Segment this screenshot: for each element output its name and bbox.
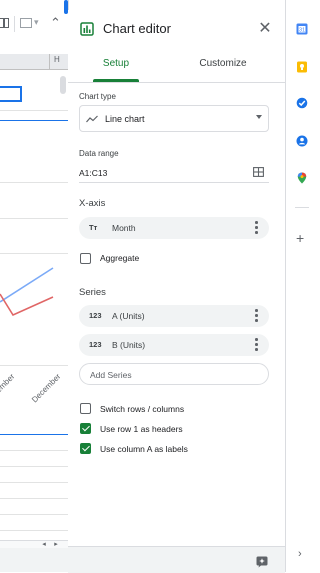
chart-type-value: Line chart	[105, 114, 145, 124]
series-a-line	[0, 267, 54, 303]
active-tab-indicator	[93, 79, 139, 82]
aggregate-label: Aggregate	[100, 253, 140, 263]
rail-divider	[295, 207, 309, 208]
line-chart-preview[interactable]	[0, 240, 68, 330]
add-series-label: Add Series	[90, 370, 132, 380]
tasks-icon[interactable]	[296, 97, 308, 109]
selected-cell[interactable]	[0, 86, 22, 102]
use-column-a-labels-checkbox[interactable]	[80, 443, 91, 454]
x-axis-label: December	[30, 371, 63, 405]
more-options-icon[interactable]	[253, 338, 259, 352]
switch-rows-columns-label: Switch rows / columns	[100, 404, 185, 414]
toolbar-divider	[14, 16, 15, 32]
more-options-icon[interactable]	[253, 309, 259, 323]
use-column-a-labels-label: Use column A as labels	[100, 444, 188, 454]
bottom-bar	[68, 546, 285, 573]
add-series-button[interactable]: Add Series	[79, 363, 269, 385]
number-type-icon: 123	[89, 311, 102, 320]
borders-icon[interactable]	[0, 18, 9, 28]
chart-type-select[interactable]: Line chart	[79, 105, 269, 132]
side-panel-rail: 31 + ›	[285, 0, 319, 572]
chart-icon	[80, 22, 94, 36]
column-divider	[49, 54, 50, 69]
grid-line	[0, 514, 68, 515]
merge-icon[interactable]	[20, 18, 32, 28]
tab-setup[interactable]: Setup	[91, 58, 141, 69]
chart-gridline	[0, 365, 68, 366]
explore-icon[interactable]	[256, 556, 268, 568]
spreadsheet-area: ▾ ⌃ H ember December ◂ ▸	[0, 0, 69, 572]
line-chart-icon	[86, 115, 98, 123]
calendar-icon[interactable]: 31	[296, 23, 308, 35]
svg-text:31: 31	[299, 28, 305, 34]
data-range-input[interactable]: A1:C13	[79, 164, 269, 183]
chevron-down-icon	[256, 115, 262, 119]
x-axis-label: ember	[0, 371, 17, 395]
close-icon[interactable]: ✕	[255, 19, 275, 39]
series-chip[interactable]: 123 B (Units)	[79, 334, 269, 356]
chart-top-edge	[0, 120, 68, 121]
chart-editor-header: Chart editor ✕	[68, 10, 285, 50]
x-axis-section-label: X-axis	[79, 198, 106, 209]
use-row1-headers-label: Use row 1 as headers	[100, 424, 183, 434]
select-range-icon[interactable]	[253, 167, 264, 177]
number-type-icon: 123	[89, 340, 102, 349]
sheet-vertical-scrollbar[interactable]	[60, 76, 66, 94]
data-range-value: A1:C13	[79, 168, 108, 178]
collapse-toolbar-icon[interactable]: ⌃	[50, 15, 61, 31]
merge-dropdown-icon[interactable]: ▾	[34, 17, 39, 28]
sheet-tab-bar	[0, 548, 68, 572]
chart-bottom-edge	[0, 434, 68, 435]
grid-line	[0, 530, 68, 531]
switch-rows-columns-checkbox[interactable]	[80, 403, 91, 414]
sheet-toolbar: ▾ ⌃	[0, 14, 68, 36]
editor-tabs: Setup Customize	[68, 50, 285, 83]
more-options-icon[interactable]	[253, 221, 259, 235]
tab-customize[interactable]: Customize	[188, 58, 258, 69]
series-chip-label: B (Units)	[112, 340, 146, 350]
series-chip[interactable]: 123 A (Units)	[79, 305, 269, 327]
text-type-icon: Tт	[89, 223, 98, 232]
chart-editor-panel: Chart editor ✕ Setup Customize Chart typ…	[68, 10, 285, 546]
x-axis-chip-label: Month	[112, 223, 136, 233]
column-header-row: H	[0, 54, 68, 70]
grid-line	[0, 466, 68, 467]
data-range-label: Data range	[79, 149, 119, 158]
maps-icon[interactable]	[296, 172, 308, 184]
get-addons-icon[interactable]: +	[296, 230, 304, 246]
contacts-icon[interactable]	[296, 135, 308, 147]
use-row1-headers-checkbox[interactable]	[80, 423, 91, 434]
aggregate-checkbox[interactable]	[80, 253, 91, 264]
column-header-h[interactable]: H	[54, 55, 60, 64]
grid-line	[0, 498, 68, 499]
series-section-label: Series	[79, 287, 106, 298]
grid-line	[0, 482, 68, 483]
expand-panel-icon[interactable]: ›	[298, 548, 302, 560]
chart-type-label: Chart type	[79, 92, 116, 101]
keep-icon[interactable]	[296, 61, 308, 73]
panel-title: Chart editor	[103, 21, 171, 36]
chart-gridline	[0, 182, 68, 183]
chart-gridline	[0, 218, 68, 219]
series-chip-label: A (Units)	[112, 311, 145, 321]
grid-line	[0, 110, 68, 111]
x-axis-chip[interactable]: Tт Month	[79, 217, 269, 239]
grid-line	[0, 450, 68, 451]
